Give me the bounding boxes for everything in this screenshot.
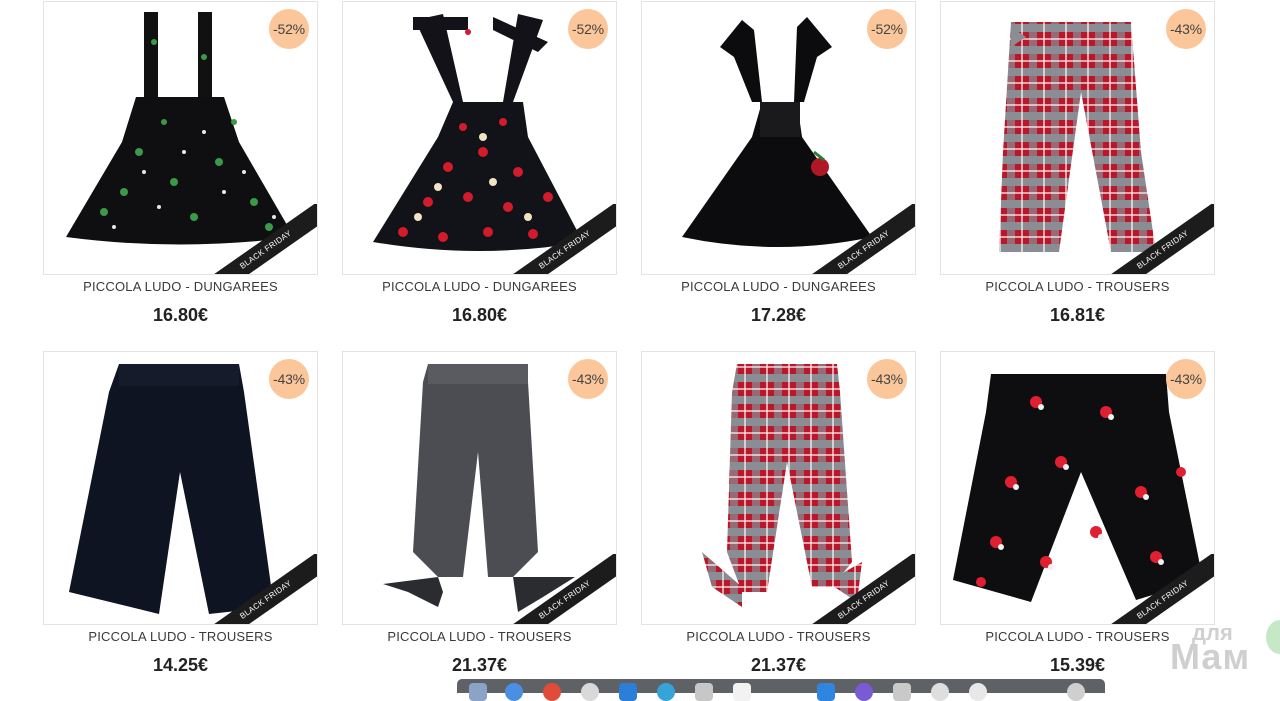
black-friday-ribbon: BLACK FRIDAY [207,204,317,274]
discount-badge: -43% [867,359,907,399]
ribbon-label: BLACK FRIDAY [506,554,616,624]
product-card[interactable]: -52% BLACK FRIDAY PICCOLA LUDO - DUNGARE… [342,1,617,341]
discount-badge: -52% [568,9,608,49]
product-card[interactable]: -43% BLACK FRIDAY PICCOLA LUDO - TROUSER… [43,351,318,691]
product-name[interactable]: PICCOLA LUDO - DUNGAREES [342,279,617,294]
product-price: 14.25€ [152,655,209,675]
dock-app-icon[interactable] [817,683,835,701]
dock-app-icon[interactable] [581,683,599,701]
discount-badge: -52% [269,9,309,49]
dock-app-icon[interactable] [619,683,637,701]
product-name[interactable]: PICCOLA LUDO - DUNGAREES [43,279,318,294]
product-price: 16.80€ [451,305,508,325]
black-friday-ribbon: BLACK FRIDAY [1104,554,1214,624]
site-watermark: для Мам [1170,620,1280,680]
black-friday-ribbon: BLACK FRIDAY [207,554,317,624]
dock-app-icon[interactable] [543,683,561,701]
discount-badge: -43% [269,359,309,399]
black-friday-ribbon: BLACK FRIDAY [506,554,616,624]
product-image[interactable]: -43% BLACK FRIDAY [342,351,617,625]
discount-badge: -52% [867,9,907,49]
leaf-icon [1266,620,1280,654]
product-price: 21.37€ [750,655,807,675]
product-card[interactable]: -52% BLACK FRIDAY PICCOLA LUDO - DUNGARE… [43,1,318,341]
product-card[interactable]: -43% BLACK FRIDAY PICCOLA LUDO - TROUSER… [342,351,617,691]
black-friday-ribbon: BLACK FRIDAY [1104,204,1214,274]
product-name[interactable]: PICCOLA LUDO - TROUSERS [641,629,916,644]
product-card[interactable]: -52% BLACK FRIDAY PICCOLA LUDO - DUNGARE… [641,1,916,341]
dock-app-icon[interactable] [657,683,675,701]
dock-app-icon[interactable] [1067,683,1085,701]
discount-badge: -43% [1166,359,1206,399]
dock-app-icon[interactable] [505,683,523,701]
product-price: 16.80€ [152,305,209,325]
product-price: 16.81€ [1049,305,1106,325]
product-image[interactable]: -43% BLACK FRIDAY [940,351,1215,625]
os-dock[interactable] [457,679,1105,701]
product-image[interactable]: -43% BLACK FRIDAY [43,351,318,625]
product-price: 17.28€ [750,305,807,325]
product-grid: -52% BLACK FRIDAY PICCOLA LUDO - DUNGARE… [0,0,1280,689]
dock-app-icon[interactable] [855,683,873,701]
ribbon-label: BLACK FRIDAY [207,554,317,624]
product-name[interactable]: PICCOLA LUDO - DUNGAREES [641,279,916,294]
product-name[interactable]: PICCOLA LUDO - TROUSERS [940,279,1215,294]
ribbon-label: BLACK FRIDAY [207,204,317,274]
black-friday-ribbon: BLACK FRIDAY [506,204,616,274]
dock-app-icon[interactable] [931,683,949,701]
product-image[interactable]: -43% BLACK FRIDAY [641,351,916,625]
ribbon-label: BLACK FRIDAY [1104,554,1214,624]
discount-badge: -43% [1166,9,1206,49]
product-image[interactable]: -52% BLACK FRIDAY [342,1,617,275]
ribbon-label: BLACK FRIDAY [805,204,915,274]
dock-app-icon[interactable] [733,683,751,701]
product-name[interactable]: PICCOLA LUDO - TROUSERS [342,629,617,644]
ribbon-label: BLACK FRIDAY [805,554,915,624]
product-image[interactable]: -43% BLACK FRIDAY [940,1,1215,275]
product-name[interactable]: PICCOLA LUDO - TROUSERS [43,629,318,644]
ribbon-label: BLACK FRIDAY [1104,204,1214,274]
product-price: 21.37€ [451,655,508,675]
discount-badge: -43% [568,359,608,399]
dock-app-icon[interactable] [695,683,713,701]
dock-app-icon[interactable] [469,683,487,701]
product-card[interactable]: -43% BLACK FRIDAY PICCOLA LUDO - TROUSER… [940,1,1215,341]
watermark-line-2: Мам [1170,636,1251,677]
product-image[interactable]: -52% BLACK FRIDAY [43,1,318,275]
black-friday-ribbon: BLACK FRIDAY [805,204,915,274]
ribbon-label: BLACK FRIDAY [506,204,616,274]
dock-app-icon[interactable] [893,683,911,701]
product-image[interactable]: -52% BLACK FRIDAY [641,1,916,275]
black-friday-ribbon: BLACK FRIDAY [805,554,915,624]
product-card[interactable]: -43% BLACK FRIDAY PICCOLA LUDO - TROUSER… [641,351,916,691]
dock-app-icon[interactable] [969,683,987,701]
